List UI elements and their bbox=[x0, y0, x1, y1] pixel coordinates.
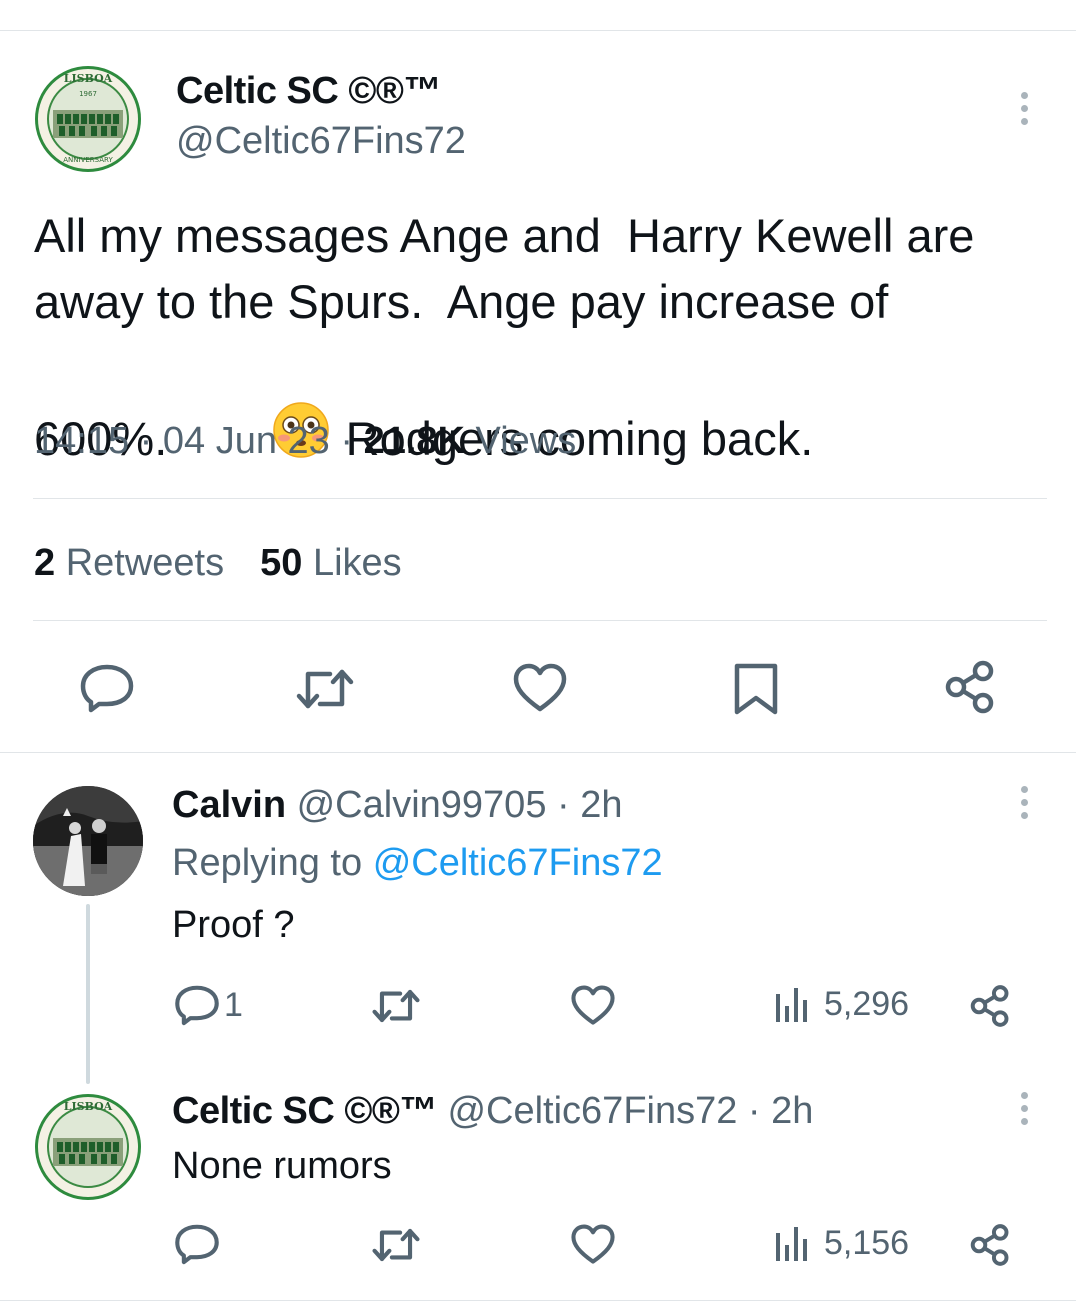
meta-separator: · bbox=[329, 420, 364, 462]
reply1-display-name[interactable]: Calvin bbox=[172, 784, 286, 826]
replying-to-label: Replying to bbox=[172, 842, 363, 884]
meta-separator: · bbox=[129, 420, 163, 462]
reply2-display-name[interactable]: Celtic SC ©®™ bbox=[172, 1090, 437, 1132]
reply-icon bbox=[175, 985, 219, 1026]
reply1-views-button[interactable]: 5,296 bbox=[774, 985, 909, 1024]
main-avatar[interactable]: LISBOA 1967 ANNIVERSARY bbox=[35, 66, 141, 172]
reply1-like-icon[interactable] bbox=[571, 985, 615, 1026]
likes-stat[interactable]: 50 Likes bbox=[260, 542, 402, 584]
reply2-header: Celtic SC ©®™ @Celtic67Fins72 · 2h bbox=[172, 1090, 813, 1133]
reply1-replying-to: Replying to @Celtic67Fins72 bbox=[172, 842, 663, 885]
meta-divider bbox=[33, 498, 1047, 499]
reply1-handle[interactable]: @Calvin99705 bbox=[297, 784, 547, 826]
analytics-icon bbox=[776, 987, 807, 1022]
reply1-avatar[interactable] bbox=[33, 786, 143, 896]
main-tweet-text: All my messages Ange and Harry Kewell ar… bbox=[34, 203, 1064, 542]
main-display-name[interactable]: Celtic SC ©®™ bbox=[176, 70, 441, 113]
replying-to-handle[interactable]: @Celtic67Fins72 bbox=[373, 842, 663, 884]
views-label-text: Views bbox=[475, 420, 577, 462]
stats-divider bbox=[33, 620, 1047, 621]
actions-divider bbox=[0, 752, 1076, 753]
svg-text:LISBOA: LISBOA bbox=[64, 1100, 113, 1113]
reply1-more-icon[interactable] bbox=[1019, 786, 1029, 826]
tweet-date[interactable]: 04 Jun 23 bbox=[163, 420, 330, 462]
reply2-more-icon[interactable] bbox=[1019, 1092, 1029, 1132]
reply1-reply-button[interactable]: 1 bbox=[174, 984, 243, 1026]
reply-icon[interactable] bbox=[79, 663, 135, 713]
likes-count: 50 bbox=[260, 542, 303, 584]
reply2-avatar[interactable]: LISBOA bbox=[35, 1094, 141, 1200]
reply1-header: Calvin @Calvin99705 · 2h bbox=[172, 784, 623, 827]
views-count[interactable]: 21.8K bbox=[364, 420, 465, 462]
retweet-icon[interactable] bbox=[296, 666, 354, 712]
main-more-icon[interactable] bbox=[1019, 92, 1029, 132]
header-separator: · bbox=[737, 1090, 772, 1132]
engagement-stats: 2 Retweets 50 Likes bbox=[34, 542, 402, 585]
svg-text:1967: 1967 bbox=[79, 90, 97, 98]
svg-text:LISBOA: LISBOA bbox=[64, 72, 113, 85]
reply2-share-icon[interactable] bbox=[968, 1223, 1012, 1267]
bottom-divider bbox=[0, 1300, 1076, 1301]
reply2-views-button[interactable]: 5,156 bbox=[774, 1224, 909, 1263]
like-icon[interactable] bbox=[513, 663, 567, 713]
reply2-text: None rumors bbox=[172, 1145, 392, 1187]
tweet-meta: 14:15 · 04 Jun 23 · 21.8K Views bbox=[34, 420, 576, 463]
analytics-icon bbox=[776, 1226, 807, 1261]
reply2-reply-icon[interactable] bbox=[174, 1223, 220, 1265]
retweets-label: Retweets bbox=[65, 542, 225, 584]
retweets-stat[interactable]: 2 Retweets bbox=[34, 542, 224, 584]
reply2-time[interactable]: 2h bbox=[771, 1090, 813, 1132]
reply-count: 1 bbox=[224, 985, 243, 1024]
share-icon[interactable] bbox=[943, 659, 997, 715]
reply2-handle[interactable]: @Celtic67Fins72 bbox=[447, 1090, 737, 1132]
views-count: 5,156 bbox=[824, 1224, 910, 1262]
retweets-count: 2 bbox=[34, 542, 56, 584]
main-handle[interactable]: @Celtic67Fins72 bbox=[176, 120, 466, 163]
reply1-retweet-icon[interactable] bbox=[372, 987, 420, 1025]
views-count: 5,296 bbox=[824, 985, 910, 1023]
tweet-text-line: away to the Spurs. Ange pay increase of bbox=[34, 275, 889, 328]
bookmark-icon[interactable] bbox=[733, 662, 779, 716]
svg-text:ANNIVERSARY: ANNIVERSARY bbox=[63, 156, 113, 164]
tweet-text-line: All my messages Ange and Harry Kewell ar… bbox=[34, 209, 975, 262]
reply1-share-icon[interactable] bbox=[968, 984, 1012, 1028]
reply1-time[interactable]: 2h bbox=[580, 784, 622, 826]
tweet-time[interactable]: 14:15 bbox=[34, 420, 129, 462]
likes-label: Likes bbox=[312, 542, 402, 584]
top-divider bbox=[0, 30, 1076, 31]
views-label[interactable]: Views bbox=[465, 420, 577, 462]
reply2-like-icon[interactable] bbox=[571, 1224, 615, 1265]
reply2-retweet-icon[interactable] bbox=[372, 1226, 420, 1264]
thread-connector bbox=[86, 904, 90, 1084]
header-separator: · bbox=[546, 784, 581, 826]
reply1-text: Proof ? bbox=[172, 904, 295, 946]
